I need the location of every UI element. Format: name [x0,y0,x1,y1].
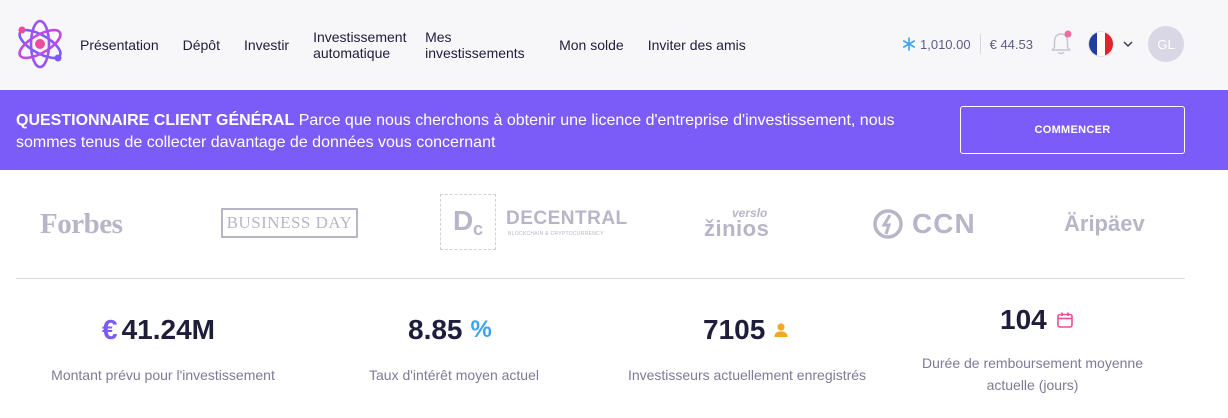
stat-investors: 7105 [703,314,789,346]
percent-icon: % [470,316,492,343]
stat-interest-rate: 8.85 % [408,314,492,346]
business-day-logo: BUSINESS DAY [221,208,358,238]
nav-mon-solde[interactable]: Mon solde [559,37,624,53]
decentral-mark-letter: D [453,205,474,236]
euro-icon: € [102,314,118,345]
balances: 1,010.00 € 44.53 [902,34,1033,54]
aripaev-logo: Äripäev [1064,211,1145,236]
atom-logo-icon[interactable] [14,18,66,70]
stat-investment-value: 41.24M [121,314,215,345]
crypto-balance[interactable]: 1,010.00 [902,37,971,52]
calendar-icon [1056,312,1073,328]
nav-presentation[interactable]: Présentation [80,37,159,53]
ccn-text: CCN [912,208,976,239]
nav-inviter-des-amis[interactable]: Inviter des amis [648,37,746,53]
stat-investors-label: Investisseurs actuellement enregistrés [627,367,867,383]
ccn-mark-icon [873,209,903,239]
nav-depot[interactable]: Dépôt [183,37,220,53]
stat-repayment-label: Durée de remboursement moyenne actuelle … [921,355,1143,393]
banner-text: QUESTIONNAIRE CLIENT GÉNÉRAL Parce que n… [16,110,946,154]
avatar[interactable]: GL [1148,26,1184,62]
stat-interest-value: 8.85 [408,314,463,345]
press-logos: Forbes BUSINESS DAY D c DECENTRAL BLOCKC… [0,190,1228,258]
decentral-mark-sub: c [473,219,484,239]
france-flag-icon[interactable] [1088,31,1114,57]
nav-mes-investissements[interactable]: Mes investissements [425,29,535,61]
zinios-text: žinios [704,216,770,241]
top-header: Présentation Dépôt Investir Investisseme… [0,0,1228,90]
section-divider [16,278,1185,279]
user-icon [774,323,788,337]
stat-repayment-duration: 104 [1000,304,1074,336]
main-nav: Présentation Dépôt Investir Investisseme… [80,0,770,90]
banner-title: QUESTIONNAIRE CLIENT GÉNÉRAL [16,112,295,129]
decentral-logo: D c DECENTRAL BLOCKCHAIN & CRYPTOCURRENC… [440,194,630,250]
euro-balance[interactable]: € 44.53 [990,37,1033,52]
stat-investment-amount: € 41.24M [102,314,215,346]
balance-divider [979,34,981,54]
snowflake-token-icon [902,37,915,51]
nav-investissement-automatique[interactable]: Investissement automatique [313,29,406,61]
crypto-balance-value: 1,010.00 [920,36,971,52]
decentral-mark-icon: D c [440,194,496,250]
nav-investir[interactable]: Investir [244,37,289,53]
stat-investment-label: Montant prévu pour l'investissement [51,367,275,383]
forbes-logo: Forbes [40,208,123,240]
chevron-down-icon[interactable] [1122,38,1134,50]
decentral-subtitle: BLOCKCHAIN & CRYPTOCURRENCY [508,231,604,237]
commencer-button[interactable]: COMMENCER [960,106,1185,154]
questionnaire-banner: QUESTIONNAIRE CLIENT GÉNÉRAL Parce que n… [0,90,1228,170]
decentral-name: DECENTRAL [506,208,628,229]
stat-interest-label: Taux d'intérêt moyen actuel [369,367,539,383]
stat-repayment-value: 104 [1000,304,1047,335]
bell-icon[interactable] [1049,30,1073,56]
ccn-logo: CCN [872,208,992,240]
stat-investors-value: 7105 [703,314,766,345]
verslo-zinios-logo: verslo žinios [704,206,794,242]
